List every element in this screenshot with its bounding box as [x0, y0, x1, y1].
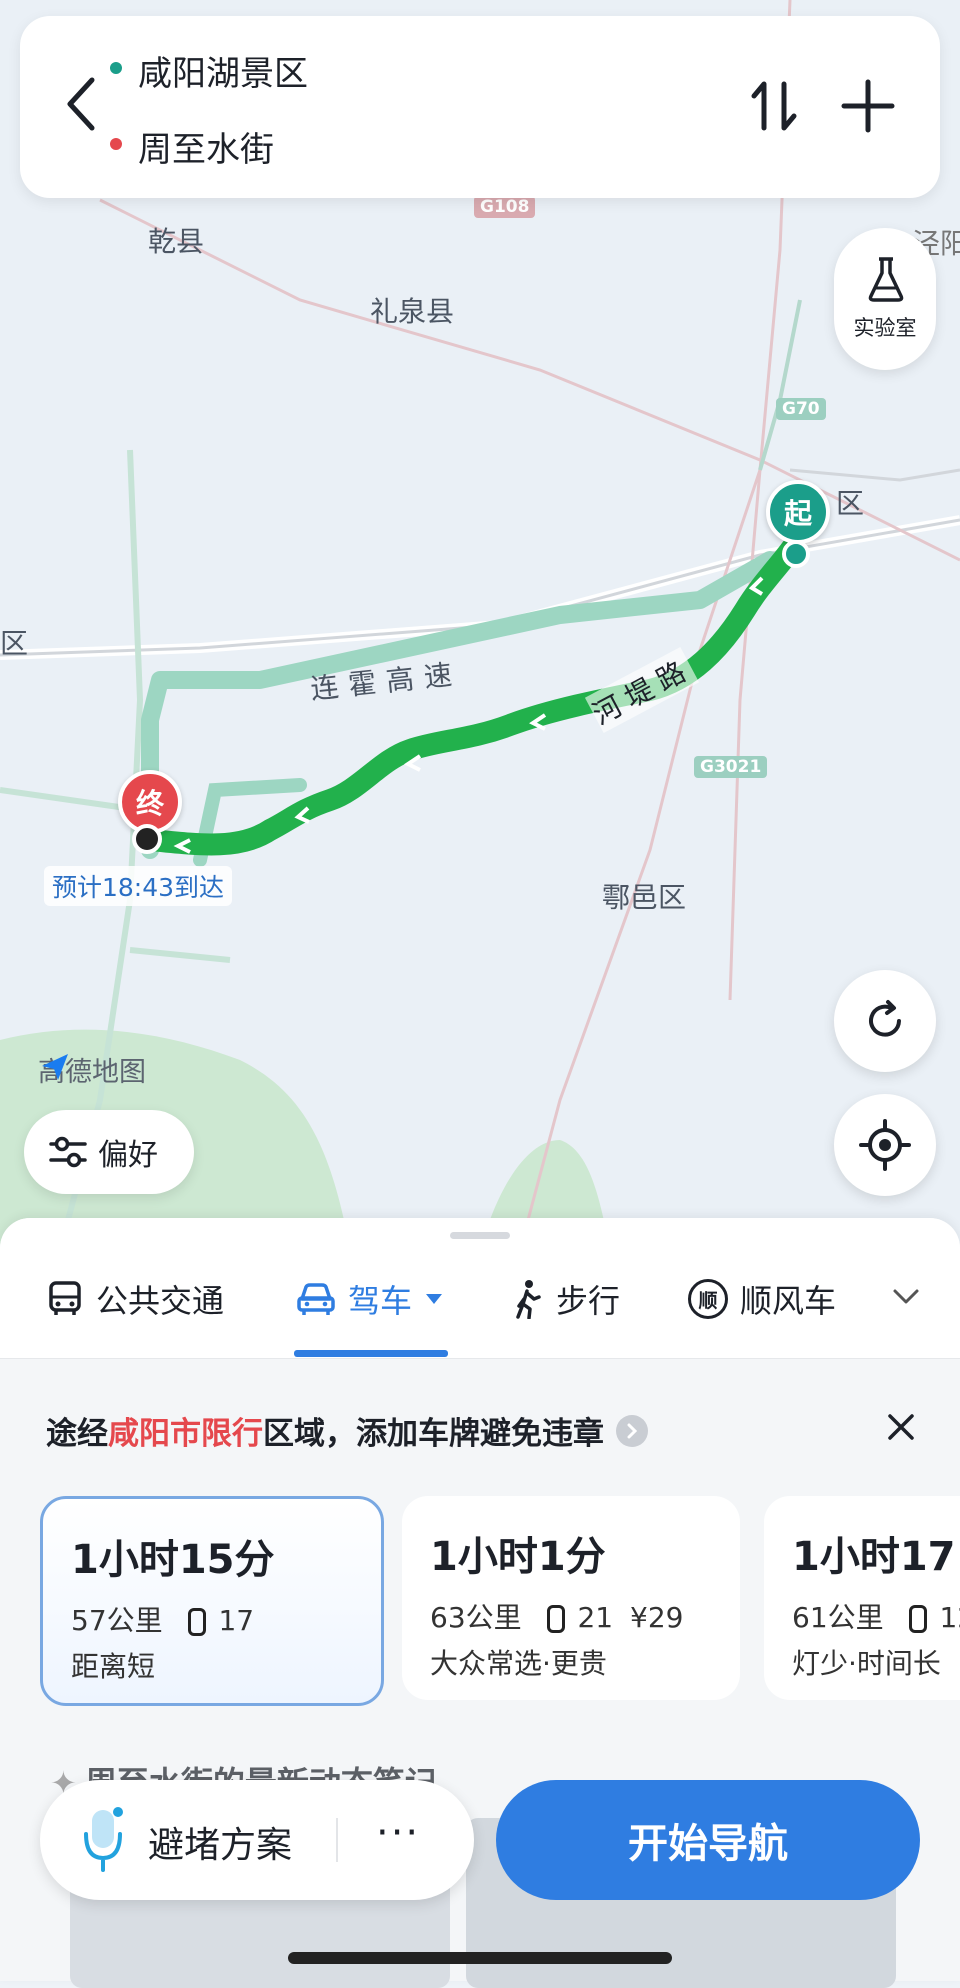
- walk-icon: [516, 1280, 541, 1319]
- map-label-huyiqu: 鄠邑区: [602, 881, 687, 914]
- road-badge-g70: G70: [776, 398, 826, 420]
- refresh-icon: [869, 1000, 901, 1037]
- route-lights: 12: [939, 1601, 960, 1634]
- route-time: 1小时17: [792, 1534, 956, 1580]
- destination-dot: [110, 138, 122, 150]
- sliders-icon: [49, 1136, 87, 1168]
- back-arrow-icon: [67, 77, 95, 131]
- route-stats: 61公里 12: [792, 1596, 960, 1636]
- avoid-jam-bar: 避堵方案 ···: [40, 1780, 474, 1900]
- route-tag: 大众常选·更贵: [430, 1647, 607, 1680]
- swap-button[interactable]: [748, 78, 800, 134]
- notice-prefix: 途经: [46, 1416, 108, 1452]
- traffic-light-icon: [546, 1605, 565, 1633]
- bus-icon: [49, 1281, 81, 1315]
- origin-text: 咸阳湖景区: [138, 54, 308, 94]
- back-button[interactable]: [58, 74, 108, 134]
- tab-hitch[interactable]: 顺 顺风车: [688, 1276, 836, 1322]
- add-stop-button[interactable]: [840, 78, 896, 134]
- start-point: [782, 540, 810, 568]
- home-indicator: [288, 1952, 672, 1964]
- start-marker[interactable]: 起: [766, 480, 830, 544]
- flask-icon: [868, 257, 904, 302]
- active-tab-indicator: [294, 1350, 448, 1357]
- mode-tabs: 公共交通 驾车 步行 顺 顺风车: [0, 1218, 960, 1359]
- traffic-light-icon: [908, 1605, 927, 1633]
- route-distance: 61公里: [792, 1601, 884, 1634]
- notice-arrow-icon: [616, 1414, 648, 1447]
- tab-walk[interactable]: 步行: [510, 1276, 620, 1322]
- tab-walk-label: 步行: [556, 1282, 621, 1320]
- notice-suffix: 区域，添加车牌避免违章: [263, 1416, 604, 1452]
- route-distance: 63公里: [430, 1601, 522, 1634]
- tab-transit[interactable]: 公共交通: [46, 1276, 224, 1322]
- refresh-button[interactable]: [834, 970, 936, 1072]
- route-time: 1小时15分: [71, 1537, 275, 1583]
- origin-dot: [110, 62, 122, 74]
- locate-icon: [859, 1119, 911, 1171]
- road-line: [789, 468, 960, 482]
- route-distance: 57公里: [71, 1604, 163, 1637]
- route-card-2[interactable]: 1小时1分 63公里 21 ¥29 大众常选·更贵: [402, 1496, 740, 1700]
- traffic-light-icon: [187, 1608, 206, 1636]
- route-time: 1小时1分: [430, 1534, 606, 1580]
- chevron-down-icon: [893, 1289, 919, 1304]
- tab-hitch-label: 顺风车: [740, 1282, 837, 1320]
- divider: [336, 1818, 338, 1862]
- lab-button[interactable]: 实验室: [834, 228, 936, 370]
- tab-transit-label: 公共交通: [96, 1282, 225, 1320]
- route-tag: 灯少·时间长: [792, 1647, 941, 1680]
- avoid-jam-button[interactable]: 避堵方案: [148, 1816, 292, 1868]
- route-lights: 21: [577, 1601, 614, 1634]
- route-tag: 距离短: [71, 1650, 156, 1683]
- map-label-qianxian: 乾县: [148, 225, 205, 258]
- start-navigation-button[interactable]: 开始导航: [496, 1780, 920, 1900]
- route-lights: 17: [218, 1604, 255, 1637]
- hitch-icon: 顺: [688, 1279, 728, 1319]
- route-stats: 57公里 17: [71, 1599, 254, 1639]
- route-card-3[interactable]: 1小时17 61公里 12 灯少·时间长: [764, 1496, 960, 1700]
- end-point: [132, 824, 162, 854]
- green-road: [129, 947, 231, 963]
- locate-button[interactable]: [834, 1094, 936, 1196]
- amap-logo-icon: [42, 1054, 68, 1080]
- map-label-qu-right: 区: [836, 487, 865, 520]
- route-card-1[interactable]: 1小时15分 57公里 17 距离短: [40, 1496, 384, 1706]
- car-icon: [297, 1283, 335, 1315]
- caret-down-icon: [426, 1294, 443, 1304]
- close-notice-button[interactable]: [886, 1412, 916, 1446]
- destination-field[interactable]: 周至水街: [110, 122, 274, 171]
- amap-logo: 高德地图: [38, 1050, 146, 1089]
- preference-button[interactable]: 偏好: [24, 1110, 194, 1194]
- route-price: ¥29: [630, 1601, 684, 1634]
- map-label-qu-left: 区: [0, 627, 29, 660]
- more-options-button[interactable]: ···: [376, 1810, 420, 1856]
- origin-field[interactable]: 咸阳湖景区: [110, 46, 308, 95]
- plus-icon: [841, 79, 895, 133]
- alt-route: [141, 551, 779, 859]
- close-icon: [888, 1414, 914, 1440]
- more-modes-button[interactable]: [892, 1288, 920, 1310]
- eta-label: 预计18:43到达: [44, 866, 233, 906]
- route-search-card: 咸阳湖景区 周至水街: [20, 16, 940, 198]
- mic-icon[interactable]: [82, 1804, 126, 1880]
- tab-drive-label: 驾车: [348, 1282, 413, 1320]
- road-badge-g3021: G3021: [694, 756, 768, 778]
- route-stats: 63公里 21 ¥29: [430, 1596, 683, 1636]
- road-badge-g108: G108: [474, 196, 536, 218]
- green-road: [758, 299, 802, 471]
- swap-icon: [751, 81, 797, 131]
- preference-label: 偏好: [98, 1138, 158, 1173]
- map-label-liquanxian: 礼泉县: [370, 295, 455, 328]
- notice-highlight: 咸阳市限行: [108, 1416, 263, 1452]
- lab-label: 实验室: [853, 316, 917, 340]
- restriction-notice[interactable]: 途经 咸阳市限行 区域，添加车牌避免违章: [46, 1408, 648, 1453]
- destination-text: 周至水街: [138, 130, 274, 170]
- tab-drive[interactable]: 驾车: [296, 1276, 444, 1322]
- rail-line: [99, 198, 960, 562]
- sheet-handle[interactable]: [450, 1232, 510, 1239]
